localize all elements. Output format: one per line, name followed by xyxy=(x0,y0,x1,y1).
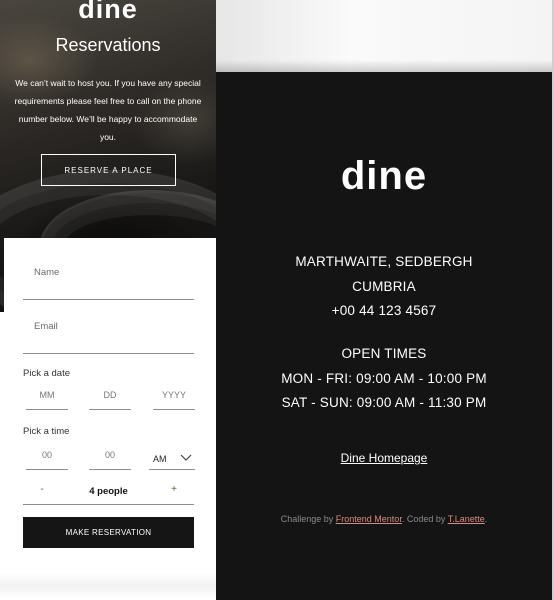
reservation-form: Name Email Pick a date MM DD YYYY Pick a… xyxy=(4,238,216,570)
email-placeholder: Email xyxy=(34,321,58,332)
date-day-input[interactable]: DD xyxy=(89,390,131,410)
attribution: Challenge by Frontend Mentor. Coded by T… xyxy=(216,514,552,524)
page-title: Reservations xyxy=(55,35,161,55)
site-footer: dine MARTHWAITE, SEDBERGH CUMBRIA +00 44… xyxy=(216,72,552,600)
hero-description: We can’t wait to host you. If you have a… xyxy=(14,78,202,142)
frontend-mentor-link[interactable]: Frontend Mentor xyxy=(336,514,402,524)
dine-homepage-link[interactable]: Dine Homepage xyxy=(341,451,428,465)
address-line-2: CUMBRIA xyxy=(352,279,416,294)
credit-suffix: . xyxy=(484,514,488,524)
credit-middle: . Coded by xyxy=(401,514,448,524)
footer-logo: dine xyxy=(340,154,428,198)
reserve-place-button[interactable]: RESERVE A PLACE xyxy=(41,154,176,186)
time-label: Pick a time xyxy=(23,426,70,437)
email-field[interactable]: Email xyxy=(23,318,194,354)
weekday-hours: MON - FRI: 09:00 AM - 10:00 PM xyxy=(281,371,487,386)
name-field[interactable]: Name xyxy=(23,264,194,300)
dine-homepage-link-row: Dine Homepage xyxy=(216,451,552,465)
people-stepper: - 4 people + xyxy=(23,480,194,505)
am-pm-select[interactable]: AM xyxy=(149,450,195,470)
increase-people-button[interactable]: + xyxy=(167,484,181,495)
am-pm-value: AM xyxy=(153,454,167,464)
make-reservation-button[interactable]: MAKE RESERVATION xyxy=(23,517,194,548)
time-hour-input[interactable]: 00 xyxy=(26,450,68,470)
author-link[interactable]: T.Lanette xyxy=(448,514,485,524)
time-minute-input[interactable]: 00 xyxy=(89,450,131,470)
date-label: Pick a date xyxy=(23,368,70,379)
phone-number: +00 44 123 4567 xyxy=(331,303,437,318)
hero-logo: dine xyxy=(78,0,138,24)
weekend-hours: SAT - SUN: 09:00 AM - 11:30 PM xyxy=(281,395,487,410)
chevron-down-icon xyxy=(180,454,192,461)
open-times-heading: OPEN TIMES xyxy=(341,346,427,361)
reservation-panel: dine Reservations We can’t wait to host … xyxy=(0,0,216,600)
name-placeholder: Name xyxy=(34,267,60,278)
address-line-1: MARTHWAITE, SEDBERGH xyxy=(295,254,473,269)
form-card-shadow xyxy=(0,572,216,600)
date-year-input[interactable]: YYYY xyxy=(153,390,195,410)
right-top-shadow xyxy=(216,0,554,72)
credit-prefix: Challenge by xyxy=(280,514,336,524)
date-month-input[interactable]: MM xyxy=(26,390,68,410)
